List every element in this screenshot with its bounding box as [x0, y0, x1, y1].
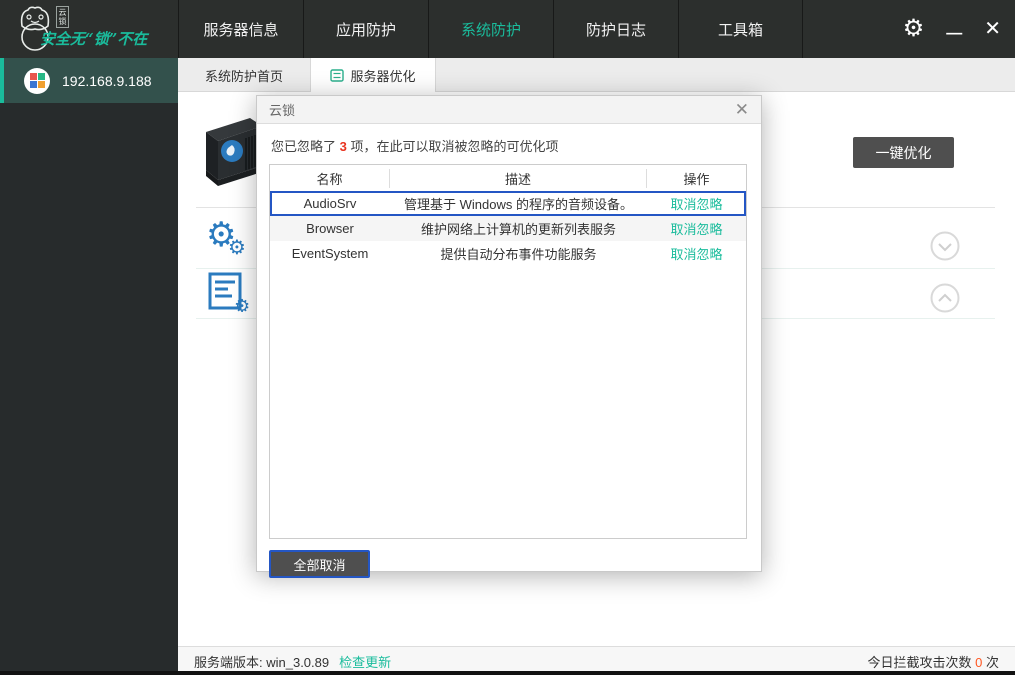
window-controls: ⚙ — ✕ [903, 0, 1001, 58]
service-description: 维护网络上计算机的更新列表服务 [420, 222, 616, 237]
cancel-all-button[interactable]: 全部取消 [269, 550, 370, 578]
dialog-title: 云锁 [269, 103, 296, 118]
check-update-link[interactable]: 检查更新 [339, 652, 391, 671]
active-accent-bar [0, 58, 4, 103]
table-header-row: 名称 描述 操作 [270, 165, 746, 191]
nav-tab-protection-logs[interactable]: 防护日志 [553, 0, 678, 58]
one-key-optimize-button[interactable]: 一键优化 [853, 137, 954, 168]
service-description: 管理基于 Windows 的程序的音频设备。 [404, 197, 633, 212]
cancel-ignore-link[interactable]: 取消忽略 [670, 247, 722, 262]
nav-tab-system-protection[interactable]: 系统防护 [428, 0, 553, 58]
main-nav: 服务器信息 应用防护 系统防护 防护日志 工具箱 [178, 0, 803, 58]
attack-count: 0 [975, 654, 983, 670]
ignored-count-message: 您已忽略了 3 项，在此可以取消被忽略的可优化项 [271, 139, 559, 154]
ignored-items-table: 名称 描述 操作 AudioSrv 管理基于 Windows 的程序的音频设备。… [269, 164, 747, 539]
server-icon [330, 68, 345, 82]
service-name: AudioSrv [303, 196, 357, 211]
column-header-action: 操作 [683, 171, 710, 187]
gear-icon[interactable]: ⚙ [903, 17, 925, 41]
cancel-ignore-link[interactable]: 取消忽略 [670, 197, 722, 212]
server-version-label: 服务端版本: win_3.0.89 [194, 654, 330, 670]
table-row[interactable]: Browser 维护网络上计算机的更新列表服务 取消忽略 [270, 216, 746, 241]
dialog-body: 您已忽略了 3 项，在此可以取消被忽略的可优化项 名称 描述 操作 AudioS… [257, 124, 761, 578]
nav-tab-app-protection[interactable]: 应用防护 [303, 0, 428, 58]
dialog-close-icon[interactable]: ✕ [735, 101, 749, 118]
column-header-description: 描述 [390, 168, 647, 188]
tab-label: 服务器优化 [350, 68, 416, 84]
service-name: Browser [306, 221, 354, 236]
app-window: 云锁 安全无“锁”不在 服务器信息 应用防护 系统防护 防护日志 工具箱 ⚙ —… [0, 0, 1015, 675]
service-description: 提供自动分布事件功能服务 [440, 247, 597, 262]
gears-icon: ⚙ ⚙ [206, 216, 246, 259]
app-logo: 云锁 安全无“锁”不在 [0, 0, 178, 58]
table-row[interactable]: AudioSrv 管理基于 Windows 的程序的音频设备。 取消忽略 [270, 191, 746, 216]
topbar: 云锁 安全无“锁”不在 服务器信息 应用防护 系统防护 防护日志 工具箱 ⚙ —… [0, 0, 1015, 58]
nav-tab-server-info[interactable]: 服务器信息 [178, 0, 303, 58]
attack-counter: 今日拦截攻击次数 0 次 [867, 654, 999, 670]
tab-system-protection-home[interactable]: 系统防护首页 [178, 58, 310, 92]
ignored-count: 3 [339, 139, 347, 154]
chevron-up-icon[interactable] [930, 283, 960, 313]
subtab-bar: 系统防护首页 服务器优化 [178, 58, 1015, 92]
server-image [206, 118, 262, 186]
windows-logo-icon [24, 67, 50, 94]
cancel-ignore-link[interactable]: 取消忽略 [670, 222, 722, 237]
close-icon[interactable]: ✕ [984, 19, 1001, 39]
column-header-name: 名称 [270, 168, 390, 188]
nav-tab-toolbox[interactable]: 工具箱 [678, 0, 803, 58]
table-row[interactable]: EventSystem 提供自动分布事件功能服务 取消忽略 [270, 241, 746, 266]
ignored-items-dialog: 云锁 ✕ 您已忽略了 3 项，在此可以取消被忽略的可优化项 名称 描述 操作 A… [256, 95, 762, 578]
dialog-titlebar: 云锁 ✕ [257, 96, 761, 124]
server-ip-label: 192.168.9.188 [62, 72, 152, 89]
window-bottom-edge [0, 671, 1015, 675]
service-name: EventSystem [291, 246, 369, 261]
logo-stamp: 云锁 [56, 6, 69, 28]
svg-text:⚙: ⚙ [234, 296, 250, 312]
sidebar: 192.168.9.188 [0, 58, 178, 675]
chevron-down-icon[interactable] [930, 231, 960, 261]
tab-server-optimization[interactable]: 服务器优化 [310, 58, 436, 92]
minimize-icon[interactable]: — [946, 16, 962, 42]
logo-slogan: 安全无“锁”不在 [40, 30, 148, 48]
service-list-icon: ⚙ [208, 272, 250, 312]
sidebar-item-server[interactable]: 192.168.9.188 [0, 58, 178, 103]
